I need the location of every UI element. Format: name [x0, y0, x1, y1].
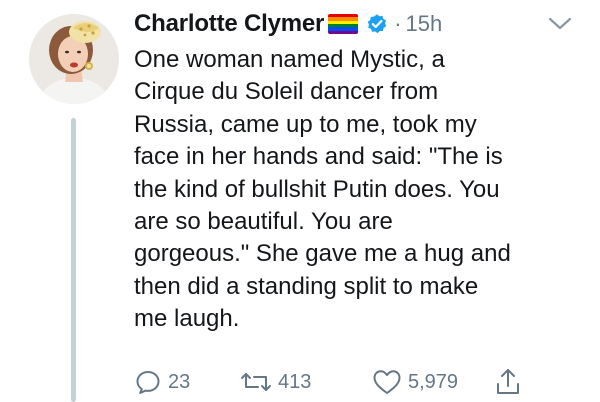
verified-badge-icon: [367, 14, 387, 34]
tweet-text-line: me laugh.: [134, 305, 240, 333]
retweet-count: 413: [278, 370, 312, 393]
tweet-text-line: gorgeous." She gave me a hug and: [134, 240, 511, 268]
author-name[interactable]: Charlotte Clymer: [134, 10, 324, 38]
tweet-text-line: face in her hands and said: "The is: [134, 143, 503, 171]
reply-icon: [136, 371, 160, 394]
tweet-text: One woman named Mystic, a Cirque du Sole…: [134, 44, 584, 336]
like-button[interactable]: 5,979: [372, 366, 458, 398]
avatar[interactable]: [29, 14, 119, 104]
reply-count: 23: [168, 370, 191, 393]
like-count: 5,979: [408, 370, 459, 393]
tweet-header: Charlotte Clymer · 15h: [134, 6, 442, 42]
thread-line: [71, 118, 76, 402]
tweet-text-line: then did a standing split to make: [134, 272, 479, 300]
share-icon: [497, 369, 519, 394]
retweet-icon: [241, 373, 271, 391]
share-button[interactable]: [494, 366, 522, 398]
tweet: Charlotte Clymer · 15h One woman named M…: [0, 0, 600, 402]
avatar-image: [29, 14, 119, 104]
tweet-text-line: the kind of bullshit Putin does. You: [134, 175, 500, 203]
heart-icon: [373, 370, 401, 394]
timestamp[interactable]: 15h: [406, 11, 443, 37]
reply-button[interactable]: 23: [134, 366, 190, 398]
retweet-button[interactable]: 413: [240, 366, 311, 398]
tweet-actions: 23 413 5,979: [134, 366, 594, 398]
chevron-down-icon[interactable]: [547, 16, 573, 32]
tweet-text-line: One woman named Mystic, a: [134, 46, 445, 73]
rainbow-flag-icon: [328, 14, 359, 34]
tweet-text-line: are so beautiful. You are: [134, 208, 393, 236]
tweet-text-line: Russia, came up to me, took my: [134, 110, 477, 138]
tweet-text-line: Cirque du Soleil dancer from: [134, 78, 439, 106]
header-separator: ·: [394, 11, 402, 36]
